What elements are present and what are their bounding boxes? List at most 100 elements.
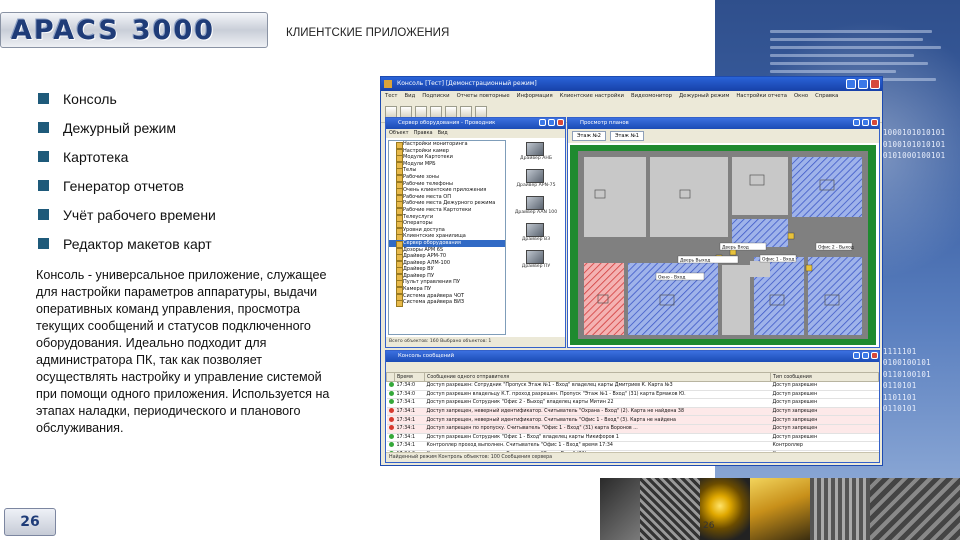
binary-line: 01101101 [878,392,917,402]
message-row[interactable]: 17:34:0 Доступ разрешен: Сотрудник "Пропу… [386,381,879,391]
floor-tab[interactable]: Этаж №1 [609,131,644,141]
tree-node[interactable]: Драйвер ПУ [389,273,505,281]
tree-node[interactable]: Модули Картотеки [389,154,505,162]
minimize-icon[interactable] [853,352,860,359]
floor-plan-panel: Просмотр планов Этаж №2 Этаж №1 Дверь Вы… [567,117,880,348]
device-icon[interactable]: Драйвер APN-75 [508,167,564,194]
device-icon[interactable]: Драйвер ВЗ [508,221,564,248]
menu-item[interactable]: Отчеты повторные [457,93,510,99]
floor-plan-map[interactable]: Дверь Выход Дверь Вход Офис 1 - Вход Окн… [570,145,876,345]
window-title: Консоль [Тест] [Демонстрационный режим] [397,80,537,87]
column-header-type[interactable]: Тип сообщения [770,372,879,382]
message-time: 17:34:1 [394,398,425,408]
small-page-number: 26 [703,521,715,531]
bullet-label: Картотека [63,148,129,165]
floor-tab[interactable]: Этаж №2 [572,131,606,141]
maximize-icon[interactable] [862,119,869,126]
binary-line [878,231,945,243]
tree-node[interactable]: Пульт управления ПУ [389,279,505,288]
message-row[interactable]: 17:34:0 Доступ разрешен владельцу К.Т. пр… [386,390,879,400]
message-status-cell [386,415,395,425]
close-icon[interactable] [871,119,878,126]
photo-tile [870,478,960,540]
message-row[interactable]: 17:34:1 Доступ запрещен, неверный идентиф… [386,415,879,425]
menu-item[interactable]: Видеомонитор [631,93,672,99]
tree-node[interactable]: Драйвер ВУ [389,266,505,274]
device-icon[interactable]: Драйвер ПУ [508,248,564,275]
message-row[interactable]: 17:34:1 Доступ разрешен Сотрудник "Офис 2… [386,398,879,408]
binary-line [878,311,945,323]
tree-node[interactable]: Клиентские хранилища [389,233,505,241]
column-header-message[interactable]: Сообщение одного отправителя [424,372,771,382]
tree-node[interactable]: Настройки камер [389,148,505,156]
menu-item[interactable]: Информация [517,93,553,99]
explorer-menu-item[interactable]: Вид [438,130,448,136]
tree-node[interactable]: Система драйвера ВИЗ [389,299,505,307]
panel-titlebar: Просмотр планов [568,118,879,129]
photo-tile [600,478,640,540]
tree-node[interactable]: Камера ПУ [389,286,505,294]
plan-label: Офис 2 - Выход [818,245,854,251]
panel-title: Консоль сообщений [398,353,455,359]
menu-item[interactable]: Справка [815,93,838,99]
tree-node[interactable]: Драйвер АРМ-70 [389,253,505,261]
tree-node[interactable]: Телеуслуги [389,214,505,222]
tree-node[interactable]: Рабочие места Картотеки [389,207,505,215]
tree-node[interactable]: Уровни доступа [389,227,505,235]
minimize-icon[interactable] [846,79,856,89]
tree-node[interactable]: Рабочие телефоны [389,181,505,189]
bullet-item: Учёт рабочего времени [38,200,216,229]
tree-node[interactable]: Рабочие места Дежурного режима [389,200,505,208]
menu-item[interactable]: Вид [405,93,416,99]
message-row[interactable]: 17:34:1 Контроллер проход выполнен. Считы… [386,441,879,451]
close-icon[interactable] [870,79,880,89]
equipment-tree[interactable]: Настройки мониторинга Настройки камер Моду… [388,140,506,335]
binary-line [878,173,945,185]
column-header-icon[interactable] [386,372,395,382]
message-status-cell [386,398,395,408]
binary-line [878,219,945,231]
maximize-icon[interactable] [548,119,555,126]
column-header-time[interactable]: Время [394,372,425,382]
minimize-icon[interactable] [539,119,546,126]
message-row[interactable]: 17:34:1 Доступ запрещен по пропуску. Счит… [386,424,879,434]
tree-node[interactable]: Сервер оборудования [389,239,505,248]
floor-tabs: Этаж №2 Этаж №1 [568,129,879,143]
tree-node[interactable]: Модули МРБ [389,161,505,169]
menu-item[interactable]: Клиентские настройки [560,93,624,99]
tree-node[interactable]: Телы [389,167,505,175]
tree-node[interactable]: Операторы [389,220,505,228]
tree-node[interactable]: Рабочие зоны [389,174,505,182]
menu-item[interactable]: Дежурный режим [679,93,729,99]
binary-line [878,334,945,346]
minimize-icon[interactable] [853,119,860,126]
maximize-icon[interactable] [858,79,868,89]
device-icon[interactable]: Драйвер АНБ [508,140,564,167]
message-toolbar [386,362,879,372]
binary-line: 10100101010101 [878,139,946,149]
menu-item[interactable]: Настройки отчета [736,93,787,99]
device-icon[interactable]: Драйвер AAN 100 [508,194,564,221]
binary-line: 10110101 [878,404,917,413]
close-icon[interactable] [557,119,564,126]
binary-line: 10110100101 [878,369,931,379]
explorer-status: Всего объектов: 160 Выбрано объектов: 1 [386,337,565,347]
explorer-menu-item[interactable]: Объект [389,130,409,136]
message-type: Доступ запрещен [770,407,879,417]
message-row[interactable]: 17:34:1 Доступ запрещен, неверный идентиф… [386,407,879,417]
menu-item[interactable]: Подписки [422,93,449,99]
tree-node[interactable]: Рабочие места ОП [389,194,505,202]
tree-node[interactable]: Настройки мониторинга [389,141,505,149]
message-row[interactable]: 17:34:1 Доступ разрешен Сотрудник "Офис 1… [386,433,879,443]
menu-item[interactable]: Тест [385,93,398,99]
ok-icon [388,433,394,439]
explorer-menu-item[interactable]: Правка [414,130,433,136]
binary-line: 10110101 [878,381,917,390]
maximize-icon[interactable] [862,352,869,359]
close-icon[interactable] [871,352,878,359]
binary-line: 10101000100101 [878,151,946,160]
menu-item[interactable]: Окно [794,93,808,99]
bullet-label: Редактор макетов карт [63,235,212,252]
message-text: Доступ запрещен по пропуску. Считыватель… [424,424,771,434]
tree-node[interactable]: Очень клиентские приложения [389,187,505,195]
